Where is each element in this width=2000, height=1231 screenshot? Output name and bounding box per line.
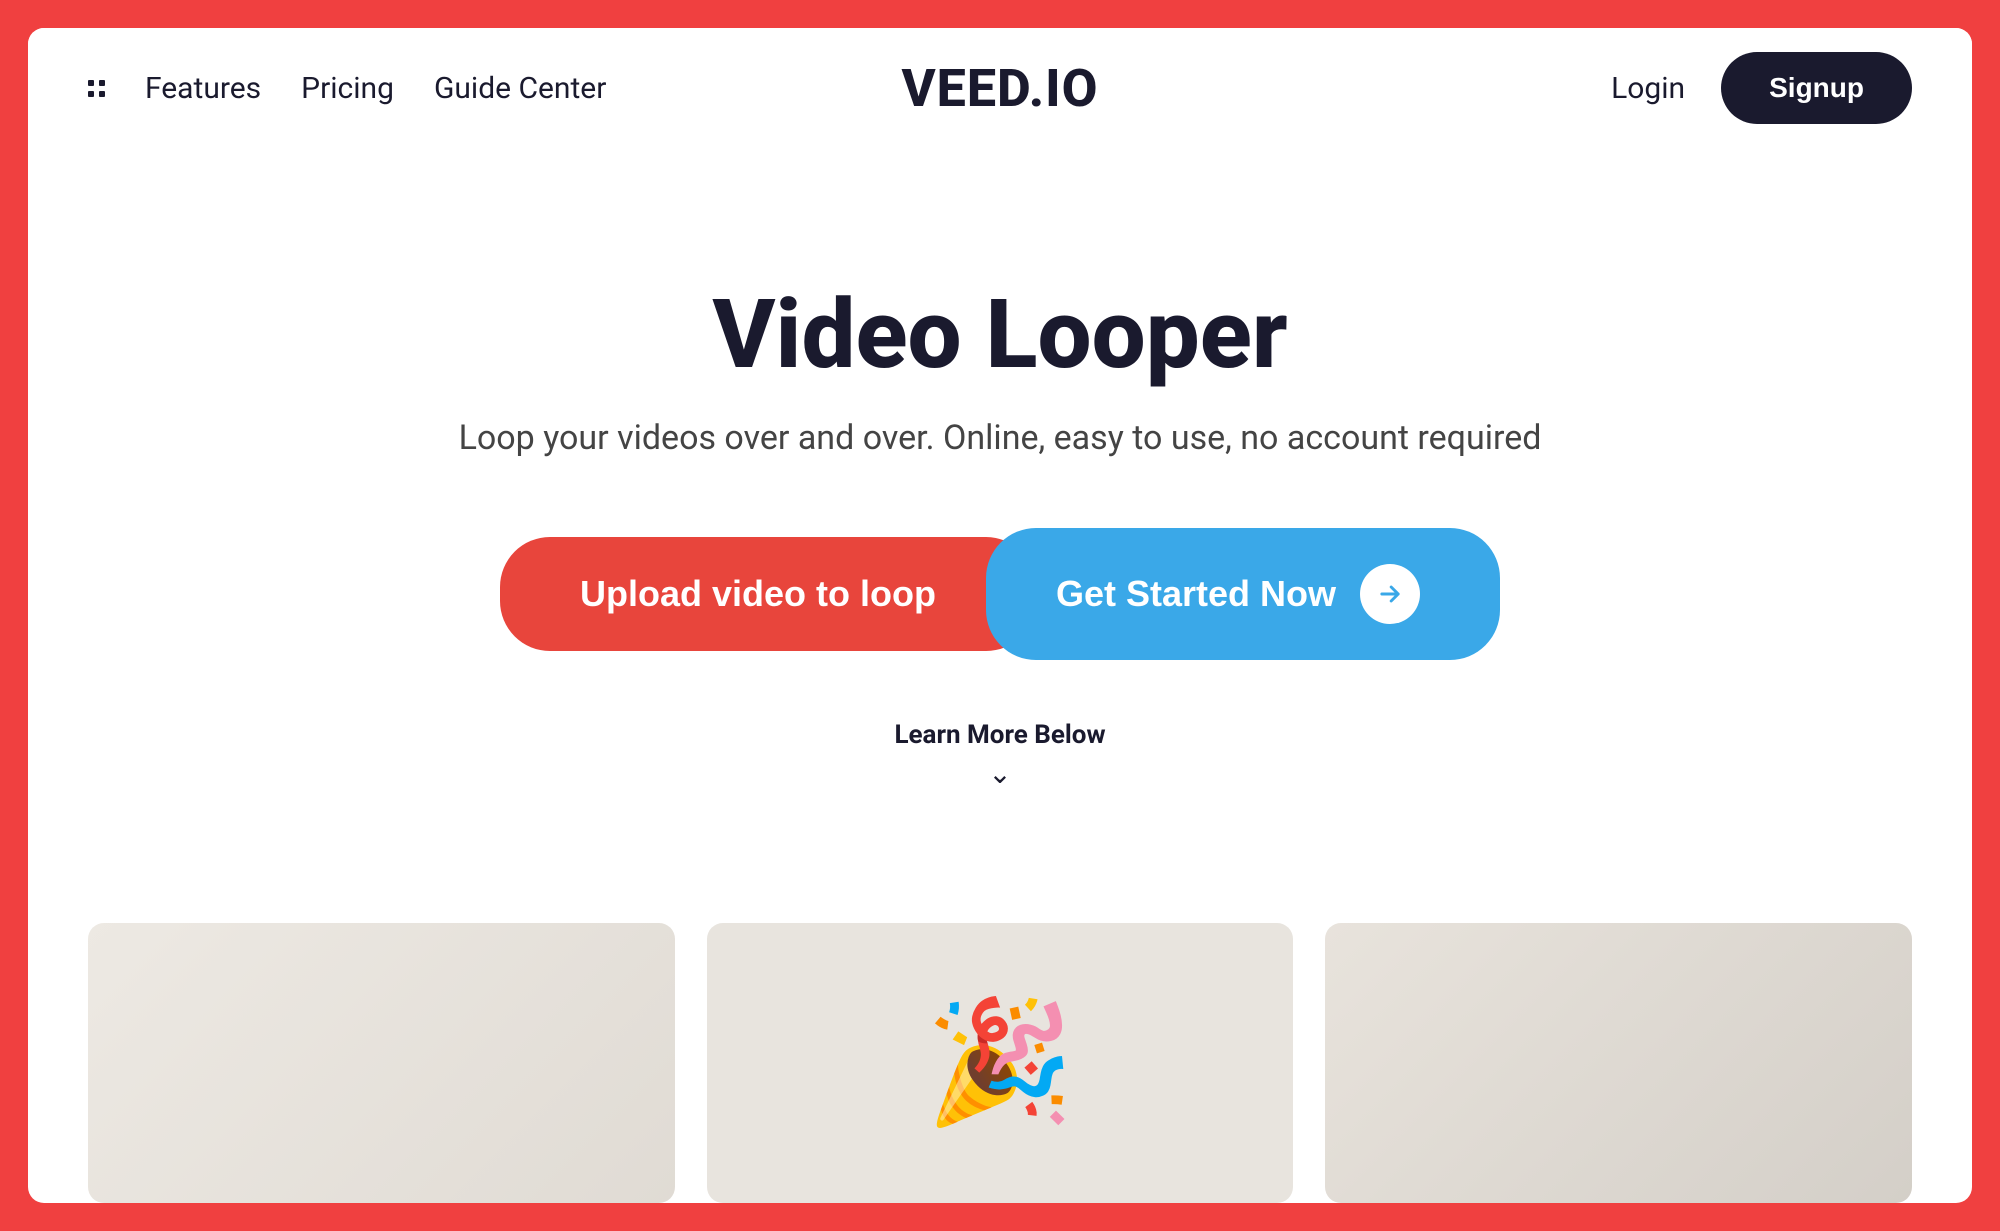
outer-border: Features Pricing Guide Center VEED.IO Lo… bbox=[0, 0, 2000, 1231]
nav-pricing-link[interactable]: Pricing bbox=[301, 71, 394, 106]
grid-icon[interactable] bbox=[88, 80, 105, 97]
cta-container: Upload video to loop Get Started Now bbox=[500, 528, 1500, 660]
learn-more-section: Learn More Below ⌄ bbox=[894, 720, 1105, 788]
hero-title: Video Looper bbox=[712, 283, 1287, 389]
main-container: Features Pricing Guide Center VEED.IO Lo… bbox=[28, 28, 1972, 1203]
brand-logo[interactable]: VEED.IO bbox=[902, 58, 1099, 119]
nav-right: Login Signup bbox=[1000, 52, 1912, 124]
upload-button[interactable]: Upload video to loop bbox=[500, 537, 1036, 651]
nav-center: VEED.IO bbox=[902, 58, 1099, 119]
login-link[interactable]: Login bbox=[1611, 71, 1685, 106]
emoji-balloon: 🎉 bbox=[925, 1003, 1074, 1123]
get-started-label: Get Started Now bbox=[1056, 573, 1336, 615]
preview-card-center: 🎉 bbox=[707, 923, 1294, 1203]
get-started-button[interactable]: Get Started Now bbox=[986, 528, 1500, 660]
arrow-circle bbox=[1360, 564, 1420, 624]
nav-guide-center-link[interactable]: Guide Center bbox=[434, 71, 606, 106]
hero-section: Video Looper Loop your videos over and o… bbox=[28, 148, 1972, 923]
nav-features-link[interactable]: Features bbox=[145, 71, 261, 106]
learn-more-text: Learn More Below bbox=[894, 720, 1105, 750]
bottom-preview: 🎉 bbox=[28, 923, 1972, 1203]
preview-placeholder-right bbox=[1325, 923, 1912, 1203]
arrow-right-icon bbox=[1376, 580, 1404, 608]
nav-left: Features Pricing Guide Center bbox=[88, 71, 1000, 106]
preview-card-left bbox=[88, 923, 675, 1203]
navbar: Features Pricing Guide Center VEED.IO Lo… bbox=[28, 28, 1972, 148]
preview-card-right bbox=[1325, 923, 1912, 1203]
preview-placeholder-left bbox=[88, 923, 675, 1203]
hero-subtitle: Loop your videos over and over. Online, … bbox=[459, 418, 1542, 458]
chevron-down-icon: ⌄ bbox=[988, 760, 1011, 788]
signup-button[interactable]: Signup bbox=[1721, 52, 1912, 124]
